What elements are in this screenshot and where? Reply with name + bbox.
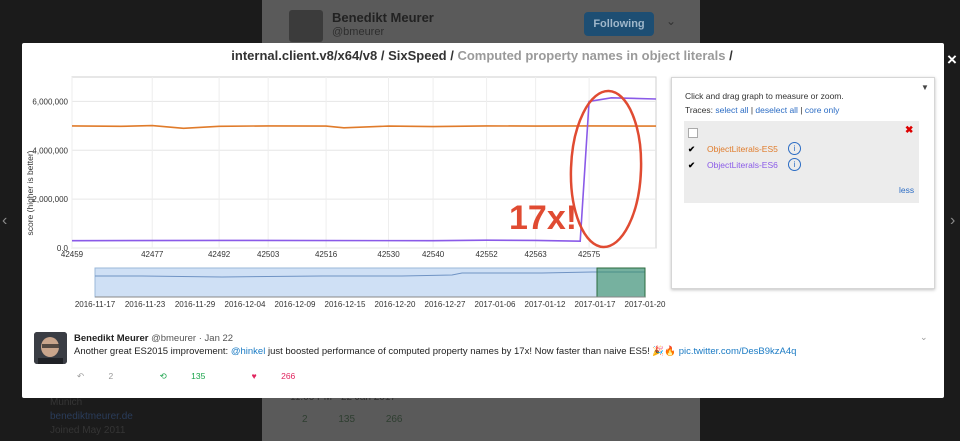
- x-axis-ticks: 42459 42477 42492 42503 42516 42530 42540 42552…: [61, 250, 601, 259]
- overview-date-labels: 2016-11-17 2016-11-23 2016-11-29 2016-12-04…: [75, 300, 666, 309]
- y-axis-label: score (higher is better): [25, 150, 35, 235]
- trace-row-es6[interactable]: ✔ ObjectLiterals-ES6 i: [688, 158, 801, 171]
- y-axis-ticks: 0.02,000,0004,000,0006,000,000: [32, 97, 68, 253]
- traces-label: Traces:: [685, 105, 714, 115]
- overview-date-label: 2016-12-09: [275, 300, 316, 309]
- background-profile-meta: Munich benediktmeurer.de Joined May 2011: [50, 396, 133, 438]
- dropdown-triangle-icon[interactable]: ▼: [921, 83, 929, 92]
- overview-date-label: 2016-11-17: [75, 300, 116, 309]
- x-tick-label: 42552: [475, 250, 498, 259]
- reply-icon: ↶: [77, 371, 85, 381]
- background-joined: Joined May 2011: [50, 425, 126, 436]
- overview-date-label: 2016-11-29: [175, 300, 216, 309]
- x-tick-label: 42575: [578, 250, 601, 259]
- trace-row-es5[interactable]: ✔ ObjectLiterals-ES5 i: [688, 142, 801, 155]
- x-tick-label: 42530: [377, 250, 400, 259]
- panel-help-text: Click and drag graph to measure or zoom.: [685, 91, 844, 101]
- background-reply-count: 2: [302, 414, 308, 425]
- background-actions: 2 135 266: [302, 414, 431, 425]
- like-count: 266: [281, 371, 296, 381]
- overview-date-label: 2017-01-17: [575, 300, 616, 309]
- trace-checkbox[interactable]: ✔: [688, 144, 697, 155]
- select-all-link[interactable]: select all: [715, 105, 748, 115]
- y-tick-label: 4,000,000: [32, 146, 68, 155]
- y-tick-label: 6,000,000: [32, 97, 68, 106]
- background-author-name: Benedikt Meurer: [332, 10, 434, 25]
- overview-date-label: 2016-12-20: [375, 300, 416, 309]
- background-like-count: 266: [385, 414, 403, 425]
- background-retweet-count: 135: [338, 414, 356, 425]
- reply-button[interactable]: ↶ 2: [77, 371, 135, 382]
- retweet-button[interactable]: ⟲ 135: [160, 371, 228, 382]
- tweet-text: Another great ES2015 improvement: @hinke…: [74, 346, 796, 357]
- tweet-text-before: Another great ES2015 improvement:: [74, 346, 231, 357]
- previous-arrow-icon[interactable]: ‹: [2, 212, 7, 230]
- next-arrow-icon[interactable]: ›: [950, 212, 955, 230]
- close-icon[interactable]: ×: [947, 50, 957, 70]
- remove-traces-icon[interactable]: ✖: [905, 125, 913, 136]
- x-tick-label: 42459: [61, 250, 84, 259]
- overview-date-label: 2016-12-15: [325, 300, 366, 309]
- background-location: Munich: [50, 397, 83, 408]
- y-tick-label: 2,000,000: [32, 195, 68, 204]
- tweet-date[interactable]: · Jan 22: [199, 333, 233, 344]
- less-link[interactable]: less: [899, 185, 914, 195]
- avatar-image: [34, 332, 67, 364]
- author-name[interactable]: Benedikt Meurer: [74, 333, 148, 344]
- deselect-all-link[interactable]: deselect all: [755, 105, 798, 115]
- overview-date-label: 2016-12-04: [225, 300, 266, 309]
- traces-controls: Traces: select all | deselect all | core…: [685, 105, 840, 115]
- chevron-down-icon[interactable]: ⌄: [666, 14, 676, 28]
- heart-icon: ♥: [251, 371, 257, 381]
- retweet-count: 135: [191, 371, 206, 381]
- overview-selection-handle[interactable]: [596, 267, 646, 298]
- author-handle[interactable]: @bmeurer: [151, 333, 196, 344]
- info-icon[interactable]: i: [788, 142, 801, 155]
- overview-date-label: 2017-01-12: [525, 300, 566, 309]
- like-button[interactable]: ♥ 266: [252, 371, 318, 381]
- tweet: Benedikt Meurer @bmeurer · Jan 22 ⌄ Anot…: [22, 327, 944, 397]
- trace-checkbox[interactable]: ✔: [688, 160, 697, 171]
- trace-list: ✖ ✔ ObjectLiterals-ES5 i ✔ ObjectLiterals-…: [684, 121, 919, 203]
- trace-panel: ▼ Click and drag graph to measure or zoo…: [671, 77, 935, 289]
- x-tick-label: 42477: [141, 250, 164, 259]
- pic-link[interactable]: pic.twitter.com/DesB9kzA4q: [679, 346, 797, 357]
- trace-name: ObjectLiterals-ES5: [707, 144, 778, 154]
- follow-button[interactable]: Following: [584, 12, 654, 36]
- overview-date-label: 2017-01-06: [475, 300, 516, 309]
- chevron-down-icon[interactable]: ⌄: [920, 332, 928, 343]
- tweet-actions: ↶ 2 ⟲ 135 ♥ 266: [77, 371, 339, 382]
- select-all-checkbox[interactable]: [688, 128, 698, 138]
- core-only-link[interactable]: core only: [805, 105, 840, 115]
- x-tick-label: 42540: [422, 250, 445, 259]
- x-tick-label: 42503: [257, 250, 280, 259]
- x-tick-label: 42492: [208, 250, 231, 259]
- reply-count: 2: [108, 371, 114, 381]
- media-modal: internal.client.v8/x64/v8 / SixSpeed / C…: [22, 43, 944, 398]
- background-website-link[interactable]: benediktmeurer.de: [50, 410, 133, 424]
- background-avatar: [289, 10, 323, 42]
- avatar[interactable]: [34, 332, 67, 364]
- annotation-17x: 17x!: [509, 199, 577, 237]
- retweet-icon: ⟲: [159, 371, 167, 381]
- info-icon[interactable]: i: [788, 158, 801, 171]
- x-tick-label: 42516: [315, 250, 338, 259]
- background-author-handle: @bmeurer: [332, 26, 385, 38]
- tweet-author: Benedikt Meurer @bmeurer · Jan 22: [74, 333, 233, 344]
- overview-date-label: 2017-01-20: [625, 300, 666, 309]
- mention-link[interactable]: @hinkel: [231, 346, 265, 357]
- tweet-text-after: just boosted performance of computed pro…: [265, 346, 679, 357]
- x-tick-label: 42563: [525, 250, 548, 259]
- trace-name: ObjectLiterals-ES6: [707, 160, 778, 170]
- overview-date-label: 2016-12-27: [425, 300, 466, 309]
- overview-date-label: 2016-11-23: [125, 300, 166, 309]
